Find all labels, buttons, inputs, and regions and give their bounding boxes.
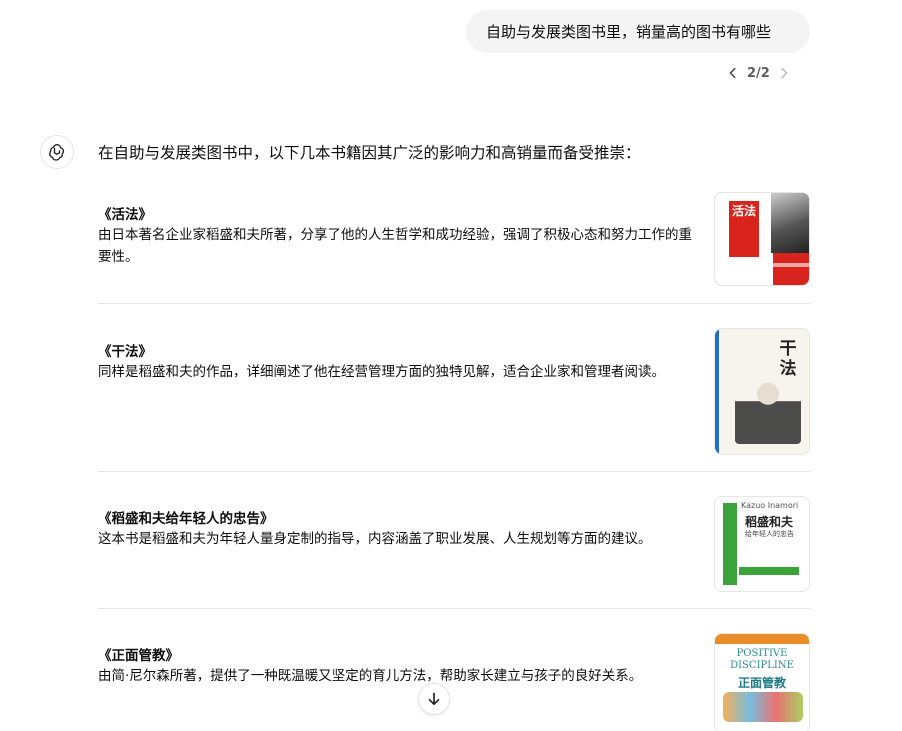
cover-title-en-line2: DISCIPLINE (730, 660, 794, 671)
divider (98, 471, 810, 472)
cover-photo (735, 372, 801, 444)
cover-title: 活法 (729, 201, 759, 257)
book-description: 这本书是稻盛和夫为年轻人量身定制的指导，内容涵盖了职业发展、人生规划等方面的建议… (98, 531, 652, 547)
book-item-advice: 《稻盛和夫给年轻人的忠告》 这本书是稻盛和夫为年轻人量身定制的指导，内容涵盖了职… (98, 496, 810, 597)
cover-greenbar (723, 503, 737, 585)
arrow-down-icon (428, 692, 440, 706)
book-cover-image[interactable]: Kazuo Inamori 稻盛和夫 给年轻人的忠告 (714, 496, 810, 592)
divider (98, 303, 810, 304)
book-item-huofa: 《活法》 由日本著名企业家稻盛和夫所著，分享了他的人生哲学和成功经验，强调了积极… (98, 192, 810, 287)
book-description: 由简·尼尔森所著，提供了一种既温暖又坚定的育儿方法，帮助家长建立与孩子的良好关系… (98, 668, 643, 684)
book-cover-image[interactable]: 活法 (714, 192, 810, 286)
book-item-ganfa: 《干法》 同样是稻盛和夫的作品，详细阐述了他在经营管理方面的独特见解，适合企业家… (98, 328, 810, 460)
cover-title-en: POSITIVE DISCIPLINE (719, 648, 805, 672)
cover-photo (771, 193, 809, 253)
book-description: 由日本著名企业家稻盛和夫所著，分享了他的人生哲学和成功经验，强调了积极心态和努力… (98, 227, 692, 265)
cover-title-en-line1: POSITIVE (736, 648, 788, 659)
chevron-right-icon[interactable] (775, 64, 793, 82)
book-cover-image[interactable]: POSITIVE DISCIPLINE 正面管教 (714, 633, 810, 731)
cover-top-band (715, 634, 809, 644)
book-title: 《干法》 (98, 344, 152, 360)
user-message-bubble: 自助与发展类图书里，销量高的图书有哪些 (466, 10, 810, 53)
book-title: 《活法》 (98, 207, 152, 223)
cover-band (715, 263, 809, 267)
book-item-positive-discipline: 《正面管教》 由简·尼尔森所著，提供了一种既温暖又坚定的育儿方法，帮助家长建立与… (98, 633, 810, 731)
cover-footer (739, 567, 799, 575)
scroll-to-bottom-button[interactable] (418, 683, 450, 715)
cover-subtitle: 给年轻人的忠告 (745, 530, 794, 538)
book-title: 《稻盛和夫给年轻人的忠告》 (98, 511, 274, 527)
pager-count: 2/2 (747, 65, 770, 81)
response-pager: 2/2 (724, 63, 793, 83)
chat-page: 自助与发展类图书里，销量高的图书有哪些 2/2 在自助与发展类图书中，以下几本书… (0, 0, 902, 731)
chevron-left-icon[interactable] (724, 64, 742, 82)
divider (98, 608, 810, 609)
book-title: 《正面管教》 (98, 648, 179, 664)
cover-title: 稻盛和夫 (745, 515, 794, 529)
assistant-intro: 在自助与发展类图书中，以下几本书籍因其广泛的影响力和高销量而备受推崇： (98, 144, 641, 162)
user-message-text: 自助与发展类图书里，销量高的图书有哪些 (486, 23, 772, 41)
cover-author-en: Kazuo Inamori (741, 501, 799, 510)
book-cover-image[interactable]: 干法 (714, 328, 810, 455)
cover-illustration (723, 692, 803, 722)
book-description: 同样是稻盛和夫的作品，详细阐述了他在经营管理方面的独特见解，适合企业家和管理者阅… (98, 364, 665, 380)
openai-logo-icon (40, 135, 74, 169)
cover-title: 正面管教 (737, 676, 786, 690)
cover-spine (715, 329, 719, 454)
